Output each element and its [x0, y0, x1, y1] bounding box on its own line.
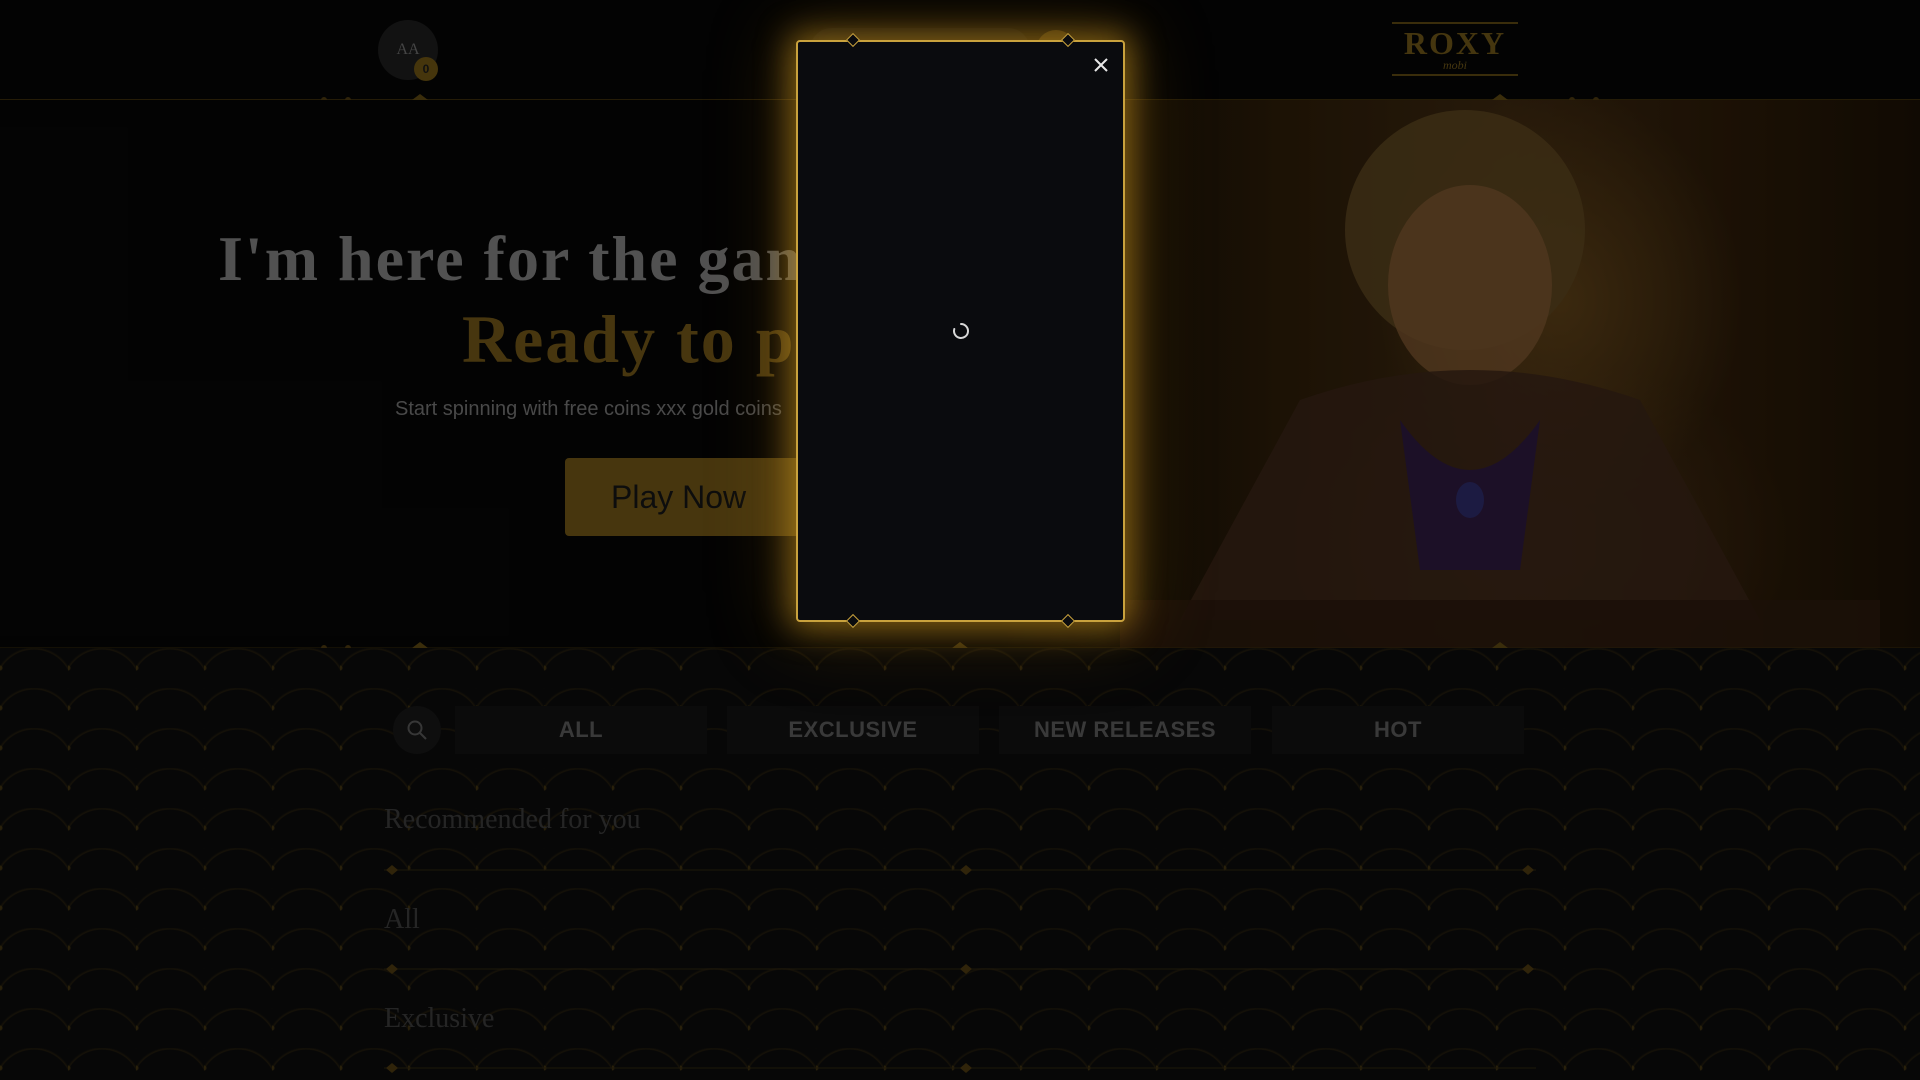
close-icon: [1094, 58, 1108, 72]
modal-close-button[interactable]: [1088, 52, 1114, 78]
spinner-icon: [953, 323, 969, 339]
page: AA 0 ROXY mobi I'm here for the game Rea…: [0, 0, 1920, 1080]
